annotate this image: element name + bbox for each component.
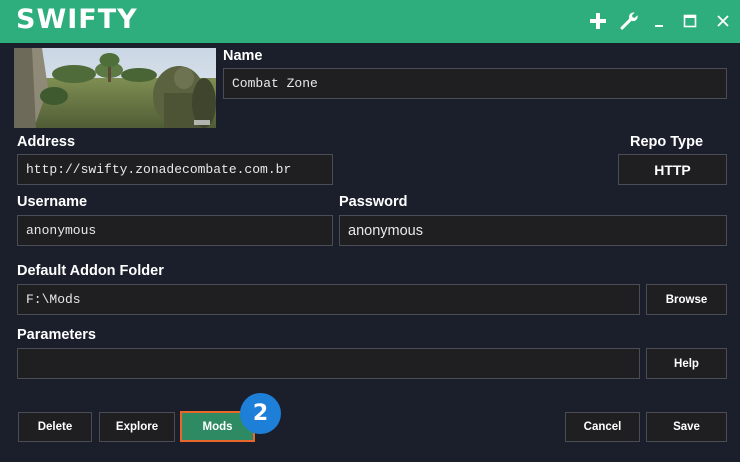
- app-logo: SWIFTY: [16, 4, 138, 35]
- repo-type-selector[interactable]: HTTP: [618, 154, 727, 185]
- plus-icon[interactable]: [587, 10, 609, 32]
- address-label: Address: [17, 134, 76, 150]
- wrench-icon[interactable]: [618, 10, 640, 32]
- username-field[interactable]: anonymous: [17, 215, 333, 246]
- addon-folder-label: Default Addon Folder: [17, 263, 164, 279]
- password-label: Password: [339, 194, 408, 210]
- save-button[interactable]: Save: [646, 412, 727, 442]
- repo-type-label: Repo Type: [630, 134, 704, 150]
- name-field[interactable]: Combat Zone: [223, 68, 727, 99]
- browse-button[interactable]: Browse: [646, 284, 727, 315]
- minimize-icon[interactable]: [648, 10, 670, 32]
- delete-button[interactable]: Delete: [18, 412, 92, 442]
- title-bar: SWIFTY: [0, 0, 740, 43]
- address-field[interactable]: http://swifty.zonadecombate.com.br: [17, 154, 333, 185]
- cancel-button[interactable]: Cancel: [565, 412, 640, 442]
- close-icon[interactable]: [712, 10, 734, 32]
- parameters-label: Parameters: [17, 327, 96, 343]
- explore-button[interactable]: Explore: [99, 412, 175, 442]
- server-thumbnail: [14, 48, 216, 128]
- maximize-icon[interactable]: [679, 10, 701, 32]
- username-label: Username: [17, 194, 88, 210]
- addon-folder-field[interactable]: F:\Mods: [17, 284, 640, 315]
- help-button[interactable]: Help: [646, 348, 727, 379]
- server-settings-form: Name Combat Zone Address http://swifty.z…: [0, 43, 740, 462]
- name-label: Name: [223, 48, 263, 64]
- password-field[interactable]: anonymous: [339, 215, 727, 246]
- parameters-field[interactable]: [17, 348, 640, 379]
- step-badge: 2: [240, 393, 281, 434]
